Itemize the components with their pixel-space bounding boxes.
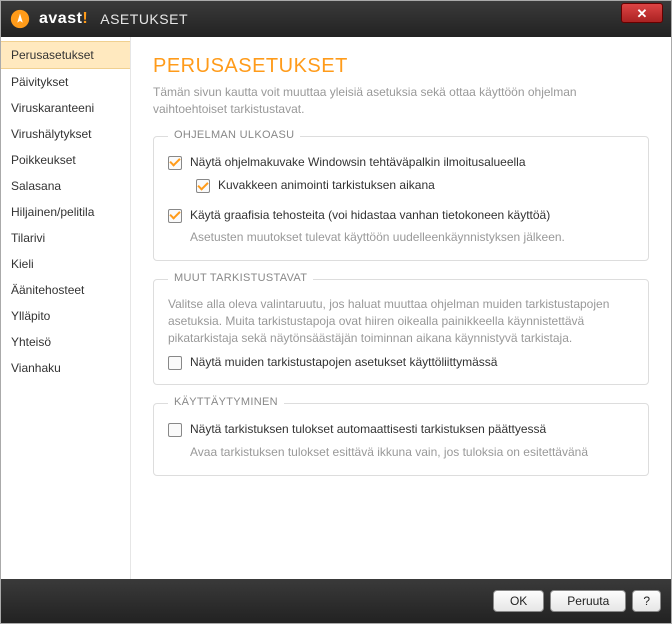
sidebar-item-exceptions[interactable]: Poikkeukset xyxy=(1,147,130,173)
page-subtitle: Tämän sivun kautta voit muuttaa yleisiä … xyxy=(153,84,649,118)
checkbox-show-results[interactable] xyxy=(168,423,182,437)
window-body: Perusasetukset Päivitykset Viruskarantee… xyxy=(1,37,671,579)
checkbox-label: Näytä ohjelmakuvake Windowsin tehtäväpal… xyxy=(190,155,526,171)
close-icon: ✕ xyxy=(637,7,648,20)
help-button[interactable]: ? xyxy=(632,590,661,612)
close-button[interactable]: ✕ xyxy=(621,3,663,23)
checkbox-graphic-effects[interactable] xyxy=(168,209,182,223)
group-title: KÄYTTÄYTYMINEN xyxy=(168,396,284,408)
checkbox-animate-icon[interactable] xyxy=(196,179,210,193)
sidebar-item-maintenance[interactable]: Ylläpito xyxy=(1,303,130,329)
settings-window: avast! ASETUKSET ✕ Perusasetukset Päivit… xyxy=(0,0,672,624)
checkbox-label: Näytä tarkistuksen tulokset automaattise… xyxy=(190,422,546,438)
sidebar-item-label: Salasana xyxy=(11,179,61,193)
group-note: Avaa tarkistuksen tulokset esittävä ikku… xyxy=(190,444,634,461)
titlebar: avast! ASETUKSET ✕ xyxy=(1,1,671,37)
checkbox-label: Käytä graafisia tehosteita (voi hidastaa… xyxy=(190,208,550,224)
window-title: ASETUKSET xyxy=(100,11,188,27)
sidebar-item-label: Yhteisö xyxy=(11,335,51,349)
brand-logo: avast! xyxy=(9,8,88,30)
sidebar-item-label: Hiljainen/pelitila xyxy=(11,205,94,219)
sidebar-item-statusbar[interactable]: Tilarivi xyxy=(1,225,130,251)
sidebar: Perusasetukset Päivitykset Viruskarantee… xyxy=(1,37,131,579)
sidebar-item-label: Virushälytykset xyxy=(11,127,91,141)
sidebar-item-label: Poikkeukset xyxy=(11,153,76,167)
group-description: Valitse alla oleva valintaruutu, jos hal… xyxy=(168,296,634,346)
sidebar-item-virus-quarantine[interactable]: Viruskaranteeni xyxy=(1,95,130,121)
sidebar-item-community[interactable]: Yhteisö xyxy=(1,329,130,355)
group-note: Asetusten muutokset tulevat käyttöön uud… xyxy=(190,229,634,246)
brand-bang: ! xyxy=(82,10,88,27)
sidebar-item-label: Viruskaranteeni xyxy=(11,101,94,115)
avast-logo-icon xyxy=(9,8,31,30)
sidebar-item-label: Vianhaku xyxy=(11,361,61,375)
sidebar-item-virus-alerts[interactable]: Virushälytykset xyxy=(1,121,130,147)
checkbox-row-animate-icon: Kuvakkeen animointi tarkistuksen aikana xyxy=(196,178,634,194)
checkbox-row-show-results: Näytä tarkistuksen tulokset automaattise… xyxy=(168,422,634,438)
brand-text: avast! xyxy=(39,10,88,28)
sidebar-item-label: Perusasetukset xyxy=(11,48,94,62)
footer: OK Peruuta ? xyxy=(1,579,671,623)
sidebar-item-label: Päivitykset xyxy=(11,75,68,89)
sidebar-item-language[interactable]: Kieli xyxy=(1,251,130,277)
sidebar-item-basic-settings[interactable]: Perusasetukset xyxy=(1,41,130,69)
content-pane: PERUSASETUKSET Tämän sivun kautta voit m… xyxy=(131,37,671,579)
page-title: PERUSASETUKSET xyxy=(153,55,649,78)
group-title: OHJELMAN ULKOASU xyxy=(168,129,300,141)
sidebar-item-silent-gaming[interactable]: Hiljainen/pelitila xyxy=(1,199,130,225)
group-other-scans: MUUT TARKISTUSTAVAT Valitse alla oleva v… xyxy=(153,279,649,385)
sidebar-item-troubleshooting[interactable]: Vianhaku xyxy=(1,355,130,381)
checkbox-show-other-scans[interactable] xyxy=(168,356,182,370)
checkbox-label: Kuvakkeen animointi tarkistuksen aikana xyxy=(218,178,435,194)
ok-button[interactable]: OK xyxy=(493,590,544,612)
brand-name: avast xyxy=(39,10,82,27)
cancel-button[interactable]: Peruuta xyxy=(550,590,626,612)
sidebar-item-label: Kieli xyxy=(11,257,34,271)
group-title: MUUT TARKISTUSTAVAT xyxy=(168,272,313,284)
sidebar-item-updates[interactable]: Päivitykset xyxy=(1,69,130,95)
sidebar-item-label: Ylläpito xyxy=(11,309,50,323)
sidebar-item-password[interactable]: Salasana xyxy=(1,173,130,199)
checkbox-row-graphic-effects: Käytä graafisia tehosteita (voi hidastaa… xyxy=(168,208,634,224)
sidebar-item-sound-effects[interactable]: Äänitehosteet xyxy=(1,277,130,303)
checkbox-label: Näytä muiden tarkistustapojen asetukset … xyxy=(190,355,497,371)
checkbox-row-show-other-scans: Näytä muiden tarkistustapojen asetukset … xyxy=(168,355,634,371)
group-behavior: KÄYTTÄYTYMINEN Näytä tarkistuksen tuloks… xyxy=(153,403,649,475)
checkbox-row-tray-icon: Näytä ohjelmakuvake Windowsin tehtäväpal… xyxy=(168,155,634,171)
group-appearance: OHJELMAN ULKOASU Näytä ohjelmakuvake Win… xyxy=(153,136,649,262)
checkbox-tray-icon[interactable] xyxy=(168,156,182,170)
sidebar-item-label: Äänitehosteet xyxy=(11,283,84,297)
sidebar-item-label: Tilarivi xyxy=(11,231,45,245)
